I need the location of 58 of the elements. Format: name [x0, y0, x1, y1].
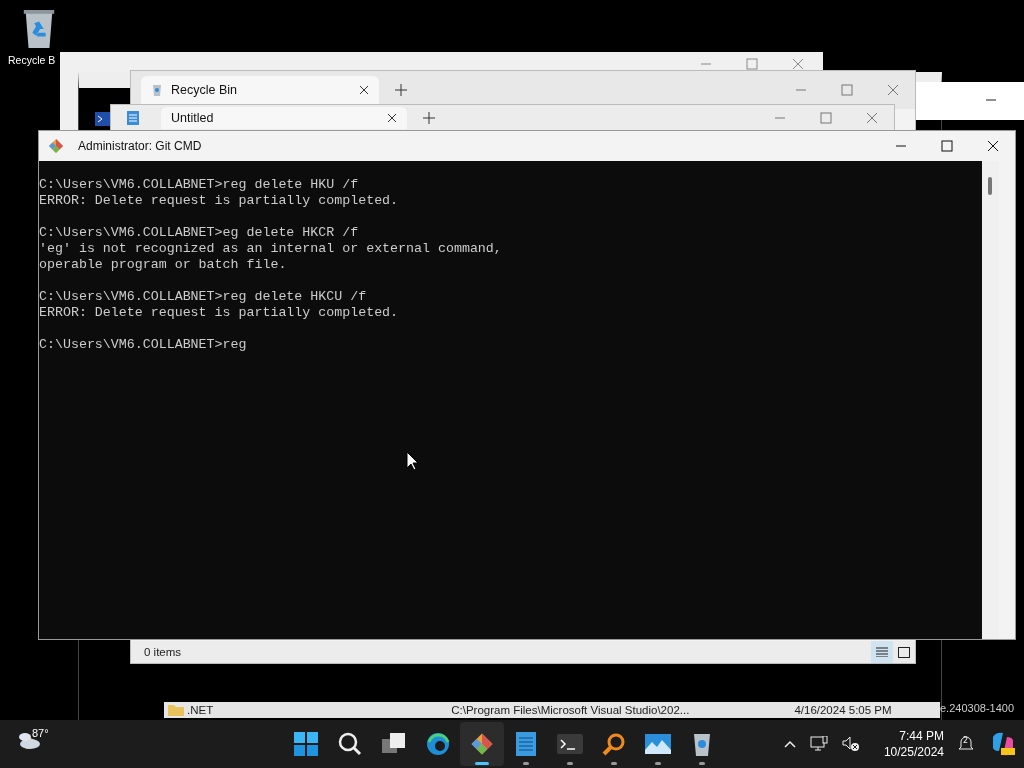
notification-button[interactable]: 2: [958, 735, 976, 753]
terminal-line: 'eg' is not recognized as an internal or external command,: [39, 241, 503, 257]
terminal-line: C:\Users\VM6.COLLABNET>reg delete HKCU /f: [39, 289, 368, 305]
window-app-icon: [95, 112, 111, 126]
list-icon: [876, 647, 888, 657]
tab-title: Recycle Bin: [171, 83, 238, 97]
copilot-icon[interactable]: [990, 731, 1016, 757]
notification-count: 2: [963, 736, 969, 745]
windows-logo-icon: [294, 732, 318, 756]
chevron-up-icon[interactable]: [783, 740, 796, 748]
mouse-cursor-icon: [406, 451, 418, 471]
recycle-bin-icon: [151, 83, 163, 97]
git-icon: [470, 732, 494, 756]
search-icon: [338, 732, 362, 756]
magnifier-icon: [602, 732, 626, 756]
close-icon[interactable]: [987, 140, 999, 152]
tab-title: Untitled: [171, 111, 215, 125]
window-tab[interactable]: Recycle Bin: [141, 76, 379, 104]
square-icon: [898, 646, 910, 658]
recycle-bin-icon: [692, 732, 712, 756]
window-tab[interactable]: Untitled: [161, 107, 407, 129]
speaker-muted-icon[interactable]: [841, 736, 860, 752]
image-icon: [645, 734, 671, 754]
terminal-line: C:\Users\VM6.COLLABNET>eg delete HKCR /f: [39, 225, 360, 241]
clock-date: 10/25/2024: [883, 744, 944, 760]
file-date: 4/16/2024 5:05 PM: [794, 704, 892, 716]
clock[interactable]: 7:44 PM 10/25/2024: [883, 728, 944, 760]
terminal-line: ERROR: Delete request is partially completed.: [39, 193, 400, 209]
clock-time: 7:44 PM: [899, 728, 944, 744]
terminal-line: C:\Users\VM6.COLLABNET>reg: [39, 337, 248, 353]
terminal-line: operable program or batch file.: [39, 257, 288, 273]
weather-widget[interactable]: 87°: [18, 729, 54, 759]
window-text: e.240308-1400: [940, 702, 1014, 714]
new-tab-icon[interactable]: [395, 84, 407, 96]
minimize-icon[interactable]: [985, 98, 997, 102]
taskbar-app-button[interactable]: [460, 722, 504, 766]
terminal-line: C:\Users\VM6.COLLABNET>reg delete HKU /f: [39, 177, 360, 193]
close-icon[interactable]: [359, 85, 369, 95]
terminal-icon: [557, 734, 583, 754]
network-icon[interactable]: [809, 736, 828, 752]
new-tab-icon[interactable]: [423, 112, 435, 124]
git-icon: [48, 138, 64, 154]
file-row[interactable]: .NET C:\Program Files\Microsoft Visual Studio\202... 4/16/2024 5:05 PM: [164, 702, 940, 718]
file-name: .NET: [187, 704, 214, 716]
folder-icon: [168, 704, 184, 716]
terminal-line: ERROR: Delete request is partially completed.: [39, 305, 400, 321]
file-path: C:\Program Files\Microsoft Visual Studio\202...: [451, 704, 690, 716]
close-icon[interactable]: [387, 113, 397, 123]
notepad-icon: [516, 732, 536, 756]
window-title: Administrator: Git CMD: [78, 139, 202, 153]
notepad-icon: [127, 111, 139, 125]
desktop-icon-label[interactable]: Recycle B: [8, 54, 56, 66]
task-view-icon: [382, 733, 406, 755]
bell-icon: [958, 735, 974, 751]
status-text: 0 items: [144, 646, 182, 658]
maximize-icon[interactable]: [941, 140, 953, 152]
browser-icon: [426, 732, 450, 756]
temperature-text: 87°: [32, 727, 49, 739]
